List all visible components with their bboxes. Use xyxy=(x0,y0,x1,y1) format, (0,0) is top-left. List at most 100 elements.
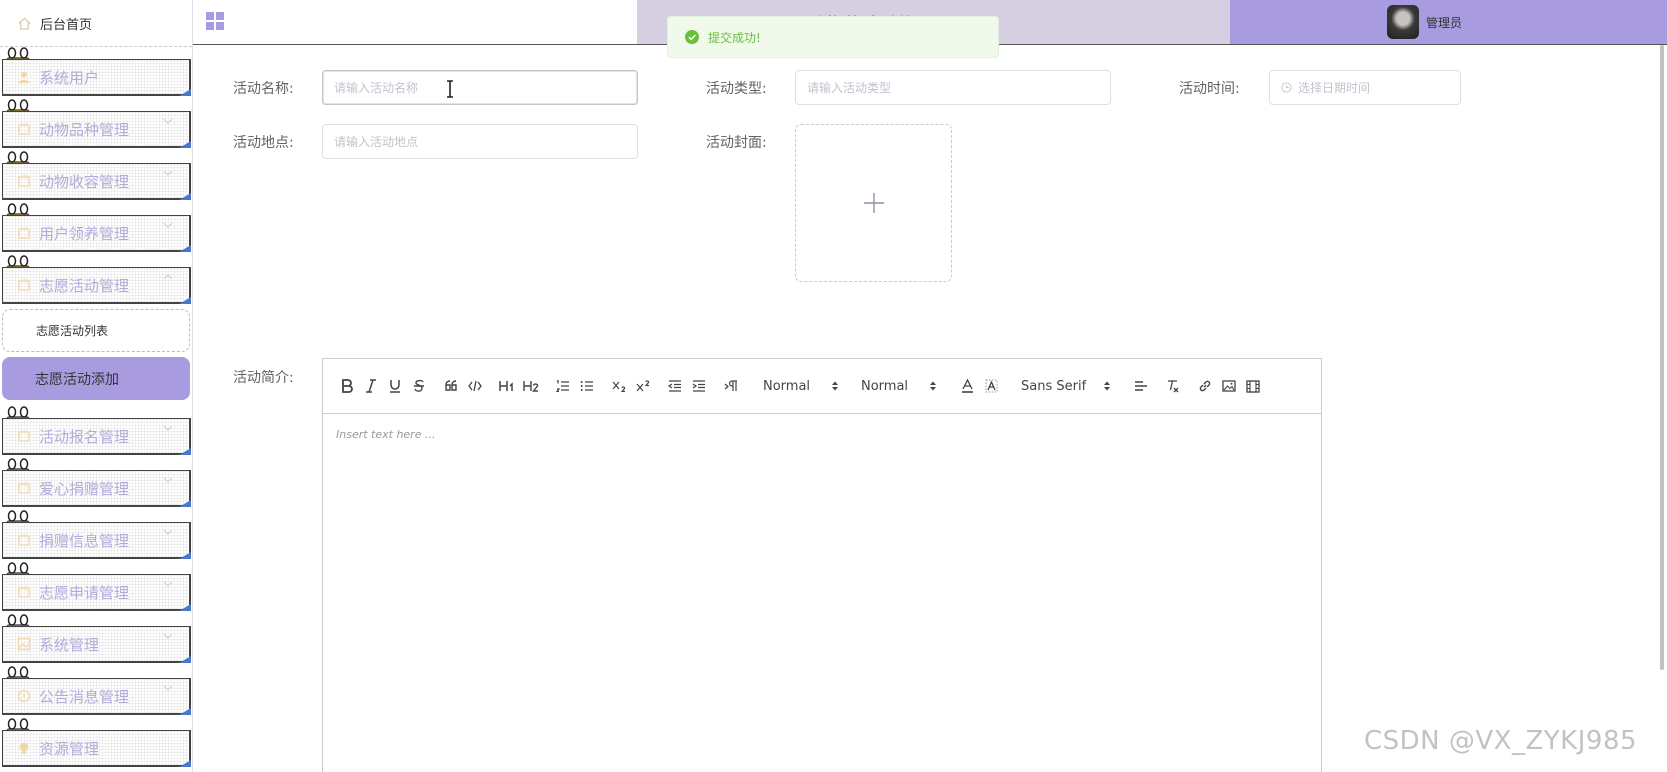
bullet-list-icon xyxy=(580,381,593,391)
image-icon xyxy=(1222,380,1236,392)
sort-arrows-icon xyxy=(832,381,838,391)
font-picker[interactable]: Sans Serif xyxy=(1021,379,1111,394)
document-icon xyxy=(18,482,30,494)
image-button[interactable] xyxy=(1217,374,1241,398)
outdent-button[interactable] xyxy=(663,374,687,398)
sidebar-menu-system-user[interactable]: 系统用户 xyxy=(0,47,192,99)
sidebar-menu-animal-shelter[interactable]: 动物收容管理 xyxy=(0,151,192,203)
blockquote-button[interactable] xyxy=(439,374,463,398)
intro-label: 活动简介: xyxy=(233,370,294,386)
sidebar-menu-volunteer-activity[interactable]: 志愿活动管理 xyxy=(0,255,192,307)
clock-icon xyxy=(1281,82,1292,93)
sidebar-menu-label: 捐赠信息管理 xyxy=(39,531,130,550)
menu-grid-icon[interactable] xyxy=(205,11,225,31)
sidebar-menu-charity-donation[interactable]: 爱心捐赠管理 xyxy=(0,458,192,510)
size-picker[interactable]: Normal xyxy=(861,379,937,394)
text-color-icon xyxy=(961,379,973,393)
header-picker[interactable]: Normal xyxy=(763,379,839,394)
subscript-icon xyxy=(612,381,626,392)
sidebar-menu-system-management[interactable]: 系统管理 xyxy=(0,614,192,666)
superscript-button[interactable] xyxy=(631,374,655,398)
text-color-button[interactable] xyxy=(955,374,979,398)
activity-place-input[interactable]: 请输入活动地点 xyxy=(322,124,638,159)
user-band: 管理员 xyxy=(1230,0,1667,44)
rich-text-editor: Normal Normal Sans Serif Insert text her… xyxy=(322,358,1322,772)
background-color-button[interactable] xyxy=(979,374,1003,398)
submenu-item-activity-list[interactable]: 志愿活动列表 xyxy=(2,309,190,352)
subscript-button[interactable] xyxy=(607,374,631,398)
indent-icon xyxy=(692,380,705,392)
sidebar-menu-label: 动物品种管理 xyxy=(39,120,130,139)
activity-name-input[interactable]: 请输入活动名称 xyxy=(322,70,638,105)
activity-type-input[interactable]: 请输入活动类型 xyxy=(795,70,1111,105)
check-circle-icon xyxy=(685,30,699,44)
clear-format-icon xyxy=(1168,380,1179,393)
activity-time-picker[interactable]: 选择日期时间 xyxy=(1269,70,1461,105)
activity-time-placeholder: 选择日期时间 xyxy=(1298,81,1371,95)
user-icon xyxy=(18,71,30,83)
sidebar-menu-animal-breed[interactable]: 动物品种管理 xyxy=(0,99,192,151)
size-picker-value: Normal xyxy=(861,378,909,394)
sidebar-menu-announcement[interactable]: 公告消息管理 xyxy=(0,666,192,718)
document-icon xyxy=(18,123,30,135)
document-icon xyxy=(18,586,30,598)
sidebar-menu-donation-info[interactable]: 捐赠信息管理 xyxy=(0,510,192,562)
sidebar-menu-label: 志愿活动管理 xyxy=(39,276,130,295)
sidebar-menu-label: 系统用户 xyxy=(39,68,100,87)
sidebar-item-home[interactable]: 后台首页 xyxy=(0,0,192,47)
activity-name-placeholder: 请输入活动名称 xyxy=(334,81,419,95)
background-color-icon xyxy=(985,379,997,393)
chevron-down-icon xyxy=(163,425,173,431)
sidebar-menu-label: 志愿申请管理 xyxy=(39,583,130,602)
indent-button[interactable] xyxy=(687,374,711,398)
underline-button[interactable] xyxy=(383,374,407,398)
sidebar-menu-user-adoption[interactable]: 用户领养管理 xyxy=(0,203,192,255)
text-direction-button[interactable] xyxy=(719,374,743,398)
success-toast: 提交成功! xyxy=(667,16,999,58)
strike-button[interactable] xyxy=(407,374,431,398)
align-button[interactable] xyxy=(1129,374,1153,398)
ordered-list-button[interactable] xyxy=(551,374,575,398)
ordered-list-icon xyxy=(556,380,569,392)
heading2-icon xyxy=(523,381,539,392)
underline-icon xyxy=(390,380,400,393)
sidebar-menu-resource[interactable]: 资源管理 xyxy=(0,718,192,770)
heading1-button[interactable] xyxy=(495,374,519,398)
sidebar-menu-label: 公告消息管理 xyxy=(39,687,130,706)
text-cursor-icon xyxy=(447,80,453,98)
submenu-item-activity-add[interactable]: 志愿活动添加 xyxy=(2,357,190,400)
document-icon xyxy=(18,175,30,187)
name-label: 活动名称: xyxy=(233,81,294,97)
heading1-icon xyxy=(499,381,513,391)
bullet-list-button[interactable] xyxy=(575,374,599,398)
sidebar-menu-label: 用户领养管理 xyxy=(39,224,130,243)
submenu-item-label: 志愿活动添加 xyxy=(35,371,119,388)
sidebar-menu-activity-signup[interactable]: 活动报名管理 xyxy=(0,406,192,458)
clear-format-button[interactable] xyxy=(1161,374,1185,398)
time-label: 活动时间: xyxy=(1179,81,1240,97)
cover-upload[interactable] xyxy=(795,124,952,282)
page-scrollbar[interactable] xyxy=(1660,45,1664,670)
sidebar: 后台首页 系统用户 动物品种管理 动物收容管理 用户领养管理 志愿活动管理 志愿… xyxy=(0,0,193,772)
italic-button[interactable] xyxy=(359,374,383,398)
avatar[interactable] xyxy=(1387,5,1419,39)
sidebar-menu-volunteer-application[interactable]: 志愿申请管理 xyxy=(0,562,192,614)
cover-label: 活动封面: xyxy=(706,135,767,151)
code-block-button[interactable] xyxy=(463,374,487,398)
user-name[interactable]: 管理员 xyxy=(1426,14,1462,31)
link-button[interactable] xyxy=(1193,374,1217,398)
document-icon xyxy=(18,430,30,442)
plus-icon xyxy=(863,193,884,213)
quote-icon xyxy=(444,380,457,391)
align-left-icon xyxy=(1135,381,1147,391)
bulb-icon xyxy=(19,742,29,754)
chevron-down-icon xyxy=(163,581,173,587)
activity-type-placeholder: 请输入活动类型 xyxy=(807,81,892,95)
picture-icon xyxy=(17,637,31,651)
font-picker-value: Sans Serif xyxy=(1021,378,1087,394)
video-button[interactable] xyxy=(1241,374,1265,398)
chevron-down-icon xyxy=(163,633,173,639)
bold-button[interactable] xyxy=(335,374,359,398)
editor-content-area[interactable]: Insert text here ... xyxy=(323,414,1321,455)
heading2-button[interactable] xyxy=(519,374,543,398)
